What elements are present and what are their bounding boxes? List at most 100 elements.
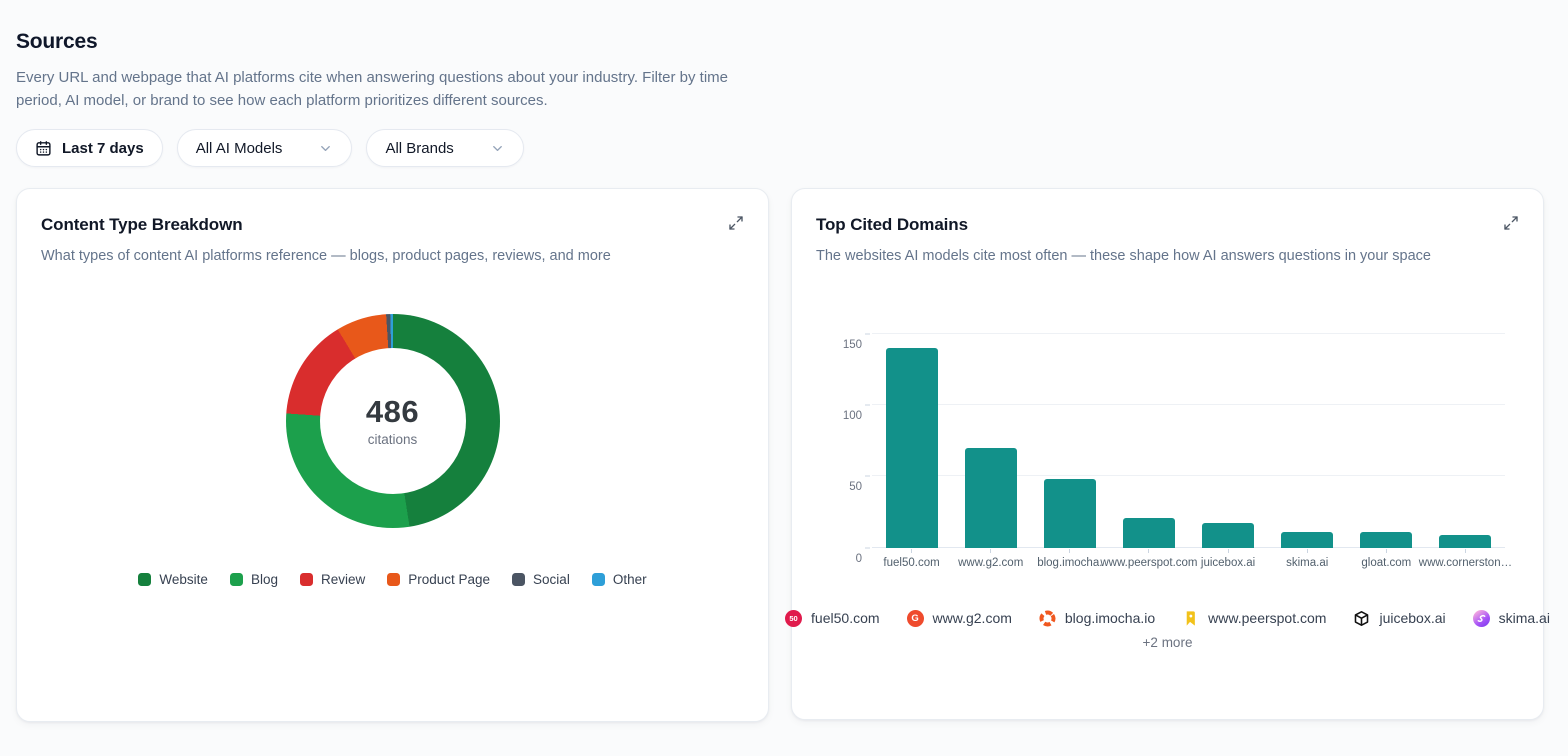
domain-legend-item-juicebox.ai[interactable]: juicebox.ai <box>1353 610 1445 627</box>
legend-label: Website <box>159 572 208 587</box>
top-domains-bar-chart: 050100150fuel50.comwww.g2.comblog.imocha… <box>872 334 1505 548</box>
y-axis-tick-label: 50 <box>849 481 862 493</box>
legend-label: Other <box>613 572 647 587</box>
y-axis-tick <box>865 547 870 548</box>
more-domains-label[interactable]: +2 more <box>816 635 1519 650</box>
donut-chart-area: 486 citations <box>41 314 744 528</box>
date-range-filter[interactable]: Last 7 days <box>16 129 163 167</box>
x-axis-tick <box>1386 549 1387 553</box>
content-type-donut-chart[interactable]: 486 citations <box>286 314 500 528</box>
domain-legend-item-www.g2.com[interactable]: Gwww.g2.com <box>907 610 1012 627</box>
legend-item-blog[interactable]: Blog <box>230 572 278 587</box>
content-type-card: Content Type Breakdown What types of con… <box>16 188 769 722</box>
x-axis-tick-label: juicebox.ai <box>1201 557 1255 569</box>
x-axis-tick-label: www.g2.com <box>958 557 1023 569</box>
x-axis-tick-label: gloat.com <box>1361 557 1411 569</box>
expand-button[interactable] <box>722 209 750 240</box>
page-title: Sources <box>16 30 1552 54</box>
domain-legend-item-blog.imocha.io[interactable]: blog.imocha.io <box>1039 610 1155 627</box>
x-axis-tick <box>990 549 991 553</box>
y-axis-tick <box>865 333 870 334</box>
domain-legend-label: fuel50.com <box>811 610 879 626</box>
ai-model-label: All AI Models <box>196 140 283 157</box>
x-axis-tick <box>1069 549 1070 553</box>
domain-legend-item-fuel50.com[interactable]: 50 fuel50.com <box>785 610 879 627</box>
y-axis-tick-label: 100 <box>843 410 862 422</box>
bar-www.cornerston-[interactable] <box>1439 535 1491 548</box>
chevron-down-icon <box>490 141 505 156</box>
x-axis-tick <box>911 549 912 553</box>
domain-legend-label: www.peerspot.com <box>1208 610 1326 626</box>
gridline-y150: 150 <box>872 333 1505 334</box>
domain-legend-label: juicebox.ai <box>1379 610 1445 626</box>
legend-swatch <box>592 573 605 586</box>
gridline-y100: 100 <box>872 404 1505 405</box>
legend-label: Social <box>533 572 570 587</box>
top-domains-card: Top Cited Domains The websites AI models… <box>791 188 1544 720</box>
content-type-legend: Website Blog Review Product Page Social Other <box>41 572 744 587</box>
content-type-card-title: Content Type Breakdown <box>41 215 744 235</box>
legend-swatch <box>387 573 400 586</box>
domain-legend-label: www.g2.com <box>933 610 1012 626</box>
domain-legend-item-skima.ai[interactable]: skima.ai <box>1473 610 1550 627</box>
y-axis-tick <box>865 476 870 477</box>
legend-swatch <box>138 573 151 586</box>
donut-center: 486 citations <box>320 348 466 494</box>
x-axis-tick-label: skima.ai <box>1286 557 1328 569</box>
legend-swatch <box>300 573 313 586</box>
x-axis-tick <box>1148 549 1149 553</box>
brand-filter[interactable]: All Brands <box>366 129 523 167</box>
legend-item-review[interactable]: Review <box>300 572 365 587</box>
content-type-card-subtitle: What types of content AI platforms refer… <box>41 245 701 268</box>
maximize-icon <box>728 219 744 234</box>
page-description: Every URL and webpage that AI platforms … <box>16 66 766 112</box>
imocha-favicon <box>1039 610 1056 627</box>
legend-label: Blog <box>251 572 278 587</box>
x-axis-tick-label: www.peerspot.com <box>1100 557 1197 569</box>
cards-row: Content Type Breakdown What types of con… <box>16 188 1552 722</box>
citation-total-label: citations <box>368 432 418 447</box>
bar-www.peerspot.com[interactable] <box>1123 518 1175 548</box>
bar-skima.ai[interactable] <box>1281 532 1333 548</box>
x-axis-tick-label: blog.imocha. <box>1037 557 1102 569</box>
date-range-label: Last 7 days <box>62 140 144 157</box>
y-axis-tick <box>865 404 870 405</box>
top-domains-card-subtitle: The websites AI models cite most often —… <box>816 245 1476 268</box>
domain-legend-label: skima.ai <box>1499 610 1550 626</box>
expand-button[interactable] <box>1497 209 1525 240</box>
x-axis-tick <box>1465 549 1466 553</box>
bar-gloat.com[interactable] <box>1360 532 1412 548</box>
x-axis-tick <box>1228 549 1229 553</box>
fuel50-favicon: 50 <box>785 610 802 627</box>
legend-swatch <box>512 573 525 586</box>
legend-label: Review <box>321 572 365 587</box>
legend-item-other[interactable]: Other <box>592 572 647 587</box>
ai-model-filter[interactable]: All AI Models <box>177 129 353 167</box>
brand-label: All Brands <box>385 140 453 157</box>
top-domains-card-title: Top Cited Domains <box>816 215 1519 235</box>
sources-page: Sources Every URL and webpage that AI pl… <box>0 0 1568 736</box>
g2-favicon: G <box>907 610 924 627</box>
citation-total: 486 <box>366 394 419 430</box>
calendar-icon <box>35 140 52 157</box>
juicebox-favicon <box>1353 610 1370 627</box>
chevron-down-icon <box>318 141 333 156</box>
bar-blog.imocha.[interactable] <box>1044 479 1096 547</box>
legend-item-social[interactable]: Social <box>512 572 570 587</box>
maximize-icon <box>1503 219 1519 234</box>
x-axis-tick-label: www.cornerston… <box>1419 557 1512 569</box>
y-axis-tick-label: 150 <box>843 339 862 351</box>
bar-juicebox.ai[interactable] <box>1202 523 1254 547</box>
x-axis-tick-label: fuel50.com <box>883 557 939 569</box>
bar-fuel50.com[interactable] <box>886 348 938 548</box>
legend-item-product-page[interactable]: Product Page <box>387 572 490 587</box>
x-axis-tick <box>1307 549 1308 553</box>
bar-www.g2.com[interactable] <box>965 448 1017 548</box>
y-axis-tick-label: 0 <box>856 553 862 565</box>
filter-bar: Last 7 days All AI Models All Brands <box>16 129 1552 167</box>
legend-swatch <box>230 573 243 586</box>
domain-legend-label: blog.imocha.io <box>1065 610 1155 626</box>
domain-legend-item-www.peerspot.com[interactable]: www.peerspot.com <box>1182 610 1326 627</box>
legend-item-website[interactable]: Website <box>138 572 208 587</box>
peerspot-favicon <box>1182 610 1199 627</box>
